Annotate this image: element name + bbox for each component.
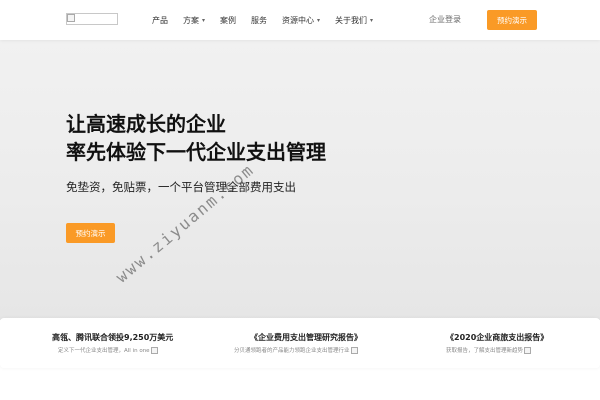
news-strip: 高瓴、腾讯联合领投9,250万美元 定义下一代企业支出管理，All in one… — [0, 318, 600, 368]
chevron-down-icon: ▾ — [370, 16, 374, 24]
hero-title-line-1: 让高速成长的企业 — [66, 112, 226, 136]
hero-title: 让高速成长的企业 率先体验下一代企业支出管理 — [66, 110, 326, 166]
news-desc: 获取报告，了解支出管理新趋势 — [446, 346, 532, 354]
nav-item-products[interactable]: 产品 — [152, 15, 168, 26]
hero-title-line-2: 率先体验下一代企业支出管理 — [66, 140, 326, 164]
chevron-down-icon: ▾ — [317, 16, 321, 24]
hero-section: 让高速成长的企业 率先体验下一代企业支出管理 免垫资，免贴票，一个平台管理全部费… — [0, 40, 600, 320]
nav-label: 服务 — [251, 15, 268, 25]
enterprise-login-link[interactable]: 企业登录 — [429, 14, 461, 25]
news-desc-text: 获取报告，了解支出管理新趋势 — [446, 348, 524, 354]
news-desc-text: 定义下一代企业支出管理，All in one — [58, 348, 150, 354]
site-header: 产品 方案 ▾ 案例 服务 资源中心 ▾ 关于我们 ▾ 企业登录 预约演示 — [0, 0, 600, 40]
nav-item-cases[interactable]: 案例 — [220, 15, 236, 26]
news-title: 《2020企业商旅支出报告》 — [446, 333, 549, 342]
nav-label: 产品 — [152, 15, 168, 25]
news-desc: 分贝通领跑者的产品能力领跑企业支出管理行业 — [234, 346, 358, 354]
logo[interactable] — [66, 13, 118, 25]
nav-label: 案例 — [220, 15, 237, 25]
news-desc: 定义下一代企业支出管理，All in one — [58, 346, 158, 354]
main-nav: 产品 方案 ▾ 案例 服务 资源中心 ▾ 关于我们 ▾ — [152, 0, 388, 40]
nav-item-solutions[interactable]: 方案 ▾ — [183, 15, 205, 26]
broken-image-icon — [150, 346, 158, 354]
book-demo-button[interactable]: 预约演示 — [487, 10, 537, 30]
nav-label: 方案 — [183, 15, 199, 25]
nav-item-about[interactable]: 关于我们 ▾ — [335, 15, 373, 26]
nav-item-services[interactable]: 服务 — [251, 15, 267, 26]
chevron-down-icon: ▾ — [202, 16, 206, 24]
broken-image-icon — [67, 14, 75, 22]
nav-item-resources[interactable]: 资源中心 ▾ — [282, 15, 320, 26]
broken-image-icon — [524, 346, 532, 354]
hero-book-demo-button[interactable]: 预约演示 — [66, 223, 115, 243]
broken-image-icon — [350, 346, 358, 354]
news-title: 高瓴、腾讯联合领投9,250万美元 — [52, 333, 174, 342]
nav-label: 关于我们 — [335, 15, 368, 25]
news-title: 《企业费用支出管理研究报告》 — [250, 333, 362, 342]
nav-label: 资源中心 — [282, 15, 315, 25]
news-desc-text: 分贝通领跑者的产品能力领跑企业支出管理行业 — [234, 348, 350, 354]
hero-subtitle: 免垫资，免贴票，一个平台管理全部费用支出 — [66, 180, 296, 194]
